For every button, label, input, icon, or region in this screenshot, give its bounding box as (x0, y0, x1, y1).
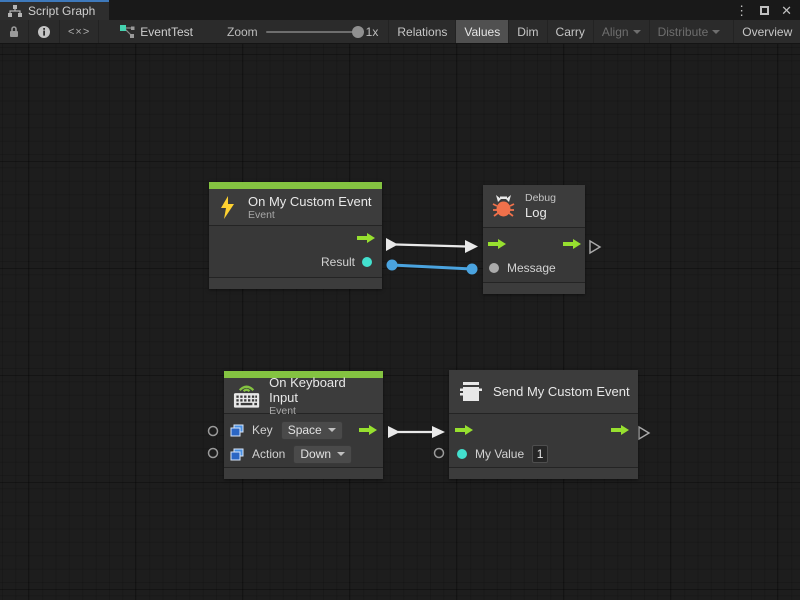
node-footer (209, 277, 382, 289)
value-wire-endpoint (467, 264, 478, 275)
node-header[interactable]: On My Custom Event Event (209, 189, 382, 226)
zoom-label: Zoom (227, 25, 258, 39)
window-controls: ⋮ ✕ (735, 0, 800, 20)
object-literal-icon (230, 424, 244, 437)
value-input-field[interactable]: 1 (532, 445, 548, 463)
align-dropdown-button[interactable]: Align (593, 20, 649, 43)
flow-output-port-icon[interactable] (359, 424, 378, 436)
node-footer (224, 467, 383, 479)
node-title: Log (525, 205, 556, 220)
value-input-port[interactable] (489, 263, 499, 273)
graph-hierarchy-icon (8, 5, 22, 17)
lock-button[interactable] (0, 20, 29, 43)
key-port-label: Key (252, 423, 273, 437)
zoom-control: Zoom 1x (203, 20, 388, 43)
flow-input-port-icon[interactable] (488, 238, 507, 250)
distribute-dropdown-button[interactable]: Distribute (649, 20, 729, 43)
object-literal-icon (230, 448, 244, 461)
wire-start-triangle (388, 426, 400, 438)
graph-canvas[interactable]: On My Custom Event Event Result (0, 44, 800, 600)
carry-button[interactable]: Carry (547, 20, 593, 43)
overview-button[interactable]: Overview (733, 20, 800, 43)
node-debug-log[interactable]: Debug Log Message (483, 185, 585, 294)
tab-title: Script Graph (28, 4, 95, 18)
node-title: Send My Custom Event (493, 384, 630, 399)
graph-asset-icon (119, 24, 135, 39)
node-subtitle: Event (269, 405, 375, 417)
control-wire[interactable] (396, 245, 466, 247)
relations-button[interactable]: Relations (388, 20, 455, 43)
flow-continue-triangle-icon (639, 427, 649, 439)
menu-icon[interactable]: ⋮ (735, 4, 748, 17)
node-surtitle: Debug (525, 192, 556, 205)
graph-asset-name: EventTest (140, 25, 193, 39)
script-graph-window: Script Graph ⋮ ✕ <×> (0, 0, 800, 600)
flow-input-port-icon[interactable] (455, 424, 474, 436)
node-footer (449, 467, 638, 479)
custom-event-machine-icon (459, 381, 483, 403)
unconnected-port-circle[interactable] (435, 449, 444, 458)
value-input-port[interactable] (457, 449, 467, 459)
node-header[interactable]: On Keyboard Input Event (224, 378, 383, 414)
flow-output-port-icon[interactable] (357, 232, 376, 244)
flow-output-port-icon[interactable] (563, 238, 582, 250)
value-port-label: My Value (475, 447, 524, 461)
keyboard-signal-icon (232, 382, 261, 410)
maximize-icon[interactable] (760, 6, 769, 15)
wire-arrowhead-icon (465, 240, 478, 253)
node-on-my-custom-event[interactable]: On My Custom Event Event Result (209, 182, 382, 289)
node-title: On My Custom Event (248, 194, 372, 209)
zoom-slider-track[interactable] (266, 31, 358, 33)
output-port-label: Result (321, 255, 355, 269)
flow-continue-triangle-icon (590, 241, 600, 253)
wire-start-triangle (386, 238, 398, 251)
tab-bar: Script Graph ⋮ ✕ (0, 0, 800, 20)
chevron-down-icon (712, 30, 720, 34)
toolbar-toggle-buttons: Relations Values Dim Carry Align Distrib… (388, 20, 800, 43)
unconnected-port-circle[interactable] (209, 449, 218, 458)
lock-icon (8, 25, 20, 38)
graph-asset-button[interactable]: EventTest (99, 20, 203, 43)
node-subtitle: Event (248, 209, 372, 221)
node-footer (483, 282, 585, 294)
node-on-keyboard-input[interactable]: On Keyboard Input Event Key Space (224, 371, 383, 479)
flow-output-port-icon[interactable] (611, 424, 630, 436)
node-send-my-custom-event[interactable]: Send My Custom Event My Value 1 (449, 370, 638, 479)
value-wire[interactable] (392, 265, 472, 269)
node-header[interactable]: Debug Log (483, 185, 585, 228)
chevron-down-icon (337, 452, 345, 456)
wire-arrowhead-icon (432, 426, 445, 438)
bug-icon (492, 195, 515, 218)
zoom-slider-handle[interactable] (352, 26, 364, 38)
graph-toolbar: <×> EventTest Zoom 1x Relations Values D… (0, 20, 800, 44)
action-port-label: Action (252, 447, 285, 461)
key-dropdown[interactable]: Space (281, 421, 343, 440)
lightning-bolt-icon (219, 196, 236, 219)
node-title: On Keyboard Input (269, 375, 375, 405)
chevron-down-icon (328, 428, 336, 432)
unconnected-port-circle[interactable] (209, 427, 218, 436)
event-accent-bar (209, 182, 382, 189)
tab-script-graph[interactable]: Script Graph (0, 0, 109, 20)
node-header[interactable]: Send My Custom Event (449, 370, 638, 414)
dim-button[interactable]: Dim (508, 20, 546, 43)
code-view-button[interactable]: <×> (60, 20, 99, 43)
value-wire-endpoint (387, 260, 398, 271)
zoom-value: 1x (366, 25, 379, 39)
close-icon[interactable]: ✕ (781, 4, 792, 17)
chevron-down-icon (633, 30, 641, 34)
connection-wires (0, 44, 800, 600)
info-button[interactable] (29, 20, 60, 43)
values-button[interactable]: Values (455, 20, 508, 43)
code-icon: <×> (68, 26, 90, 38)
info-icon (37, 25, 51, 39)
value-output-port[interactable] (362, 257, 372, 267)
input-port-label: Message (507, 261, 556, 275)
action-dropdown[interactable]: Down (293, 445, 352, 464)
